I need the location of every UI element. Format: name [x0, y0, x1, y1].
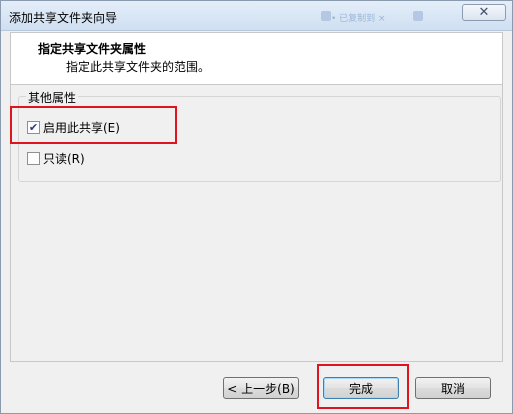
- read-only-checkbox[interactable]: 只读(R): [27, 150, 85, 167]
- cancel-button[interactable]: 取消: [415, 377, 491, 399]
- blurred-icon-2: [413, 11, 423, 21]
- read-only-label: 只读(R): [43, 152, 85, 166]
- blurred-title-text: • 已复制到 ×: [331, 14, 386, 24]
- page-title: 指定共享文件夹属性: [38, 42, 147, 56]
- title-bar: 添加共享文件夹向导 • 已复制到 × ✕: [1, 1, 512, 31]
- page-subtitle: 指定此共享文件夹的范围。: [66, 60, 211, 74]
- annotation-highlight-enable-share: [10, 106, 177, 144]
- window-title: 添加共享文件夹向导: [9, 11, 118, 25]
- footer-divider: [10, 361, 503, 362]
- blurred-icon: [321, 11, 331, 21]
- back-button[interactable]: < 上一步(B): [223, 377, 299, 399]
- close-icon: ✕: [478, 5, 490, 20]
- annotation-highlight-finish: [317, 364, 409, 409]
- checkbox-unchecked-icon[interactable]: [27, 152, 40, 165]
- wizard-header: 指定共享文件夹属性 指定此共享文件夹的范围。: [10, 32, 503, 85]
- group-legend: 其他属性: [26, 89, 79, 106]
- wizard-window: 添加共享文件夹向导 • 已复制到 × ✕ 指定共享文件夹属性 指定此共享文件夹的…: [0, 0, 513, 414]
- close-button[interactable]: ✕: [462, 4, 506, 21]
